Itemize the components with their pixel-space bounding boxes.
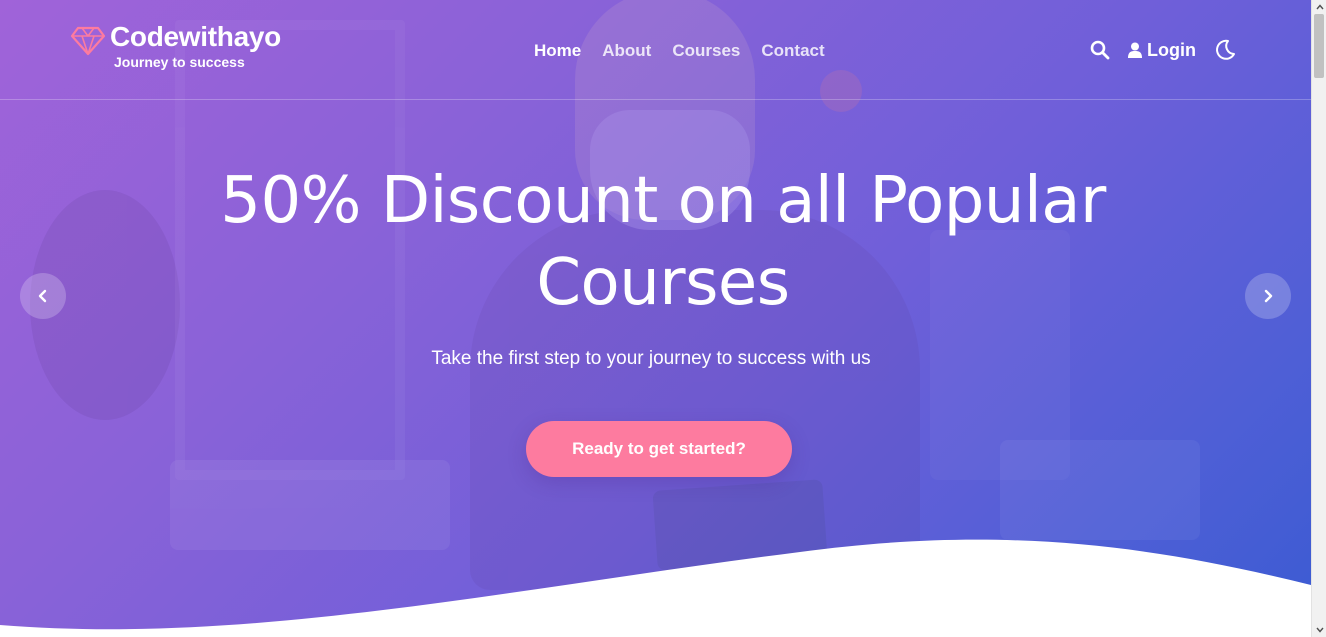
search-icon[interactable] — [1090, 39, 1110, 61]
login-button[interactable]: Login — [1128, 40, 1196, 61]
nav-item-contact[interactable]: Contact — [761, 40, 824, 62]
hero-subtitle: Take the first step to your journey to s… — [431, 348, 871, 369]
page-scrollbar[interactable] — [1311, 0, 1326, 637]
scroll-up-icon[interactable] — [1312, 0, 1326, 14]
brand-name: Codewithayo — [110, 21, 281, 52]
scrollbar-thumb[interactable] — [1314, 14, 1324, 78]
diamond-icon — [70, 26, 106, 56]
hero-title: 50% Discount on all Popular Courses — [220, 164, 1106, 320]
nav-item-home[interactable]: Home — [534, 40, 581, 62]
hero-wave-divider — [0, 539, 1311, 637]
nav-item-about[interactable]: About — [602, 40, 651, 62]
scroll-down-icon[interactable] — [1312, 623, 1326, 637]
get-started-button[interactable]: Ready to get started? — [526, 421, 792, 477]
page: Codewithayo Journey to success Home Abou… — [0, 0, 1326, 637]
user-icon — [1128, 42, 1142, 58]
logo[interactable]: Codewithayo Journey to success — [70, 20, 281, 70]
chevron-left-icon — [38, 289, 47, 303]
chevron-right-icon — [1264, 289, 1273, 303]
hero-section: Codewithayo Journey to success Home Abou… — [0, 0, 1311, 637]
carousel-prev-button[interactable] — [20, 273, 66, 319]
site-header: Codewithayo Journey to success Home Abou… — [0, 0, 1311, 100]
header-actions: Login — [1090, 38, 1238, 62]
moon-icon[interactable] — [1214, 38, 1238, 62]
nav-item-courses[interactable]: Courses — [672, 40, 740, 62]
carousel-next-button[interactable] — [1245, 273, 1291, 319]
main-nav: Home About Courses Contact — [534, 40, 825, 62]
brand-tagline: Journey to success — [114, 54, 245, 70]
login-label: Login — [1147, 39, 1196, 60]
